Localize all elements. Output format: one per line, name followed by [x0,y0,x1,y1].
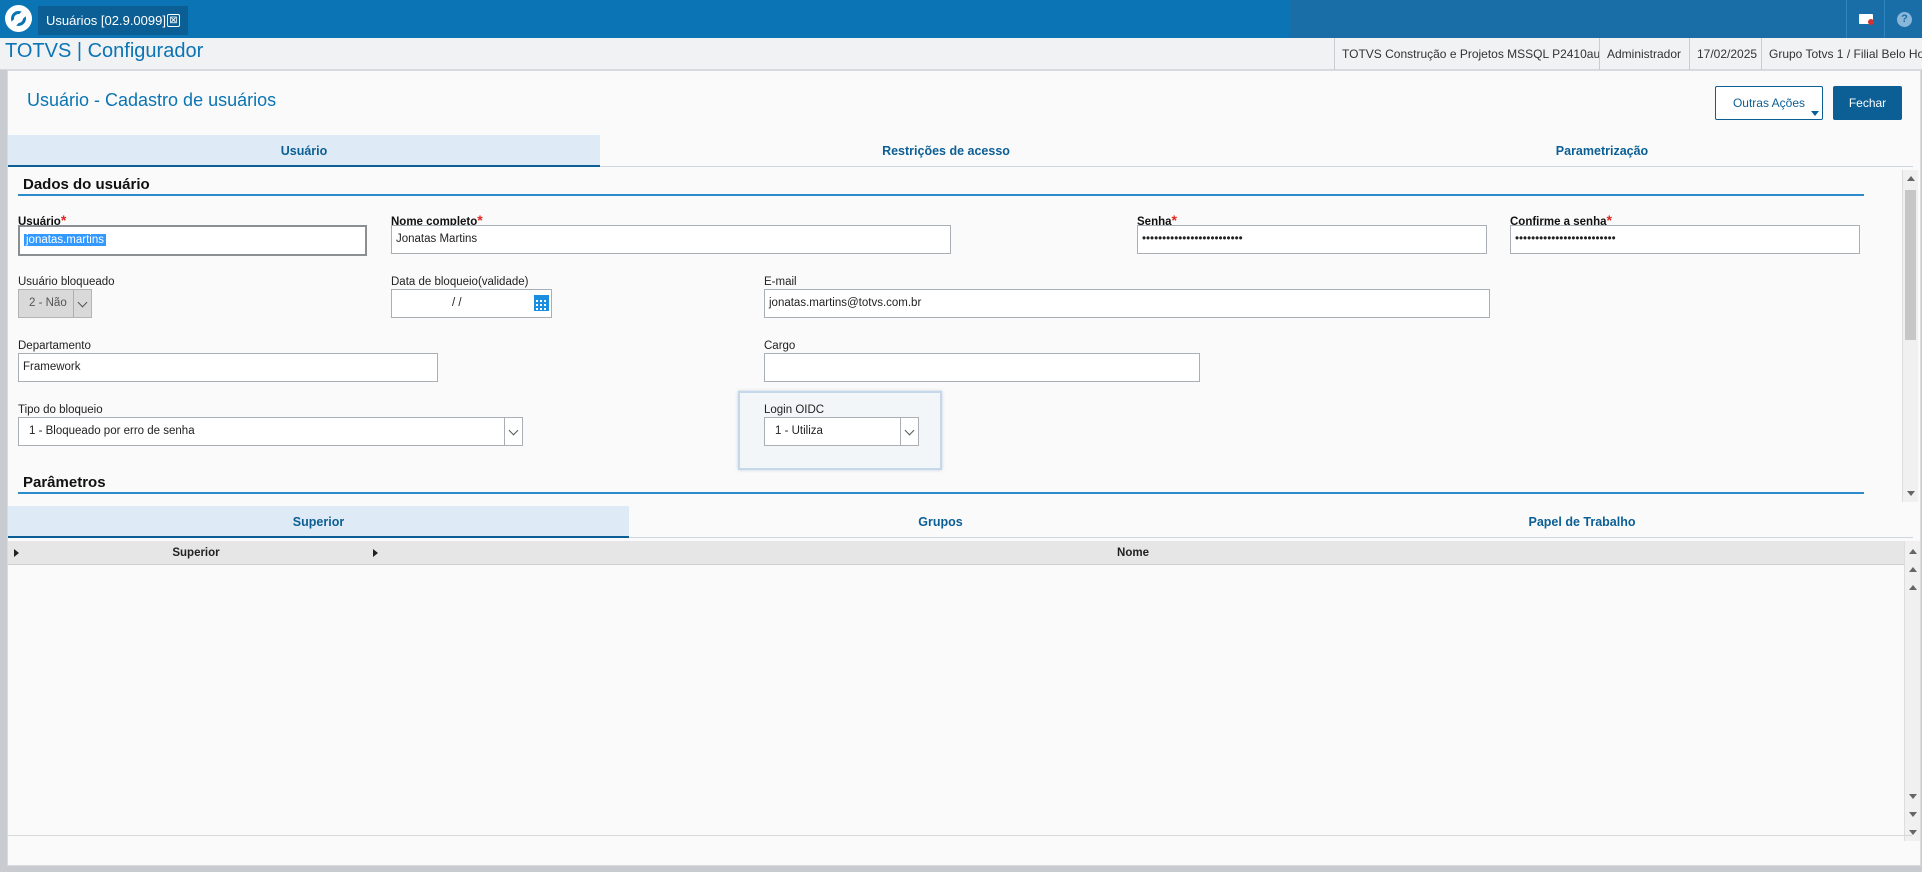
section-divider [18,194,1864,196]
section-dados-usuario: Dados do usuário [23,176,150,193]
scroll-thumb[interactable] [1905,190,1916,340]
data-bloqueio-label: Data de bloqueio(validade) [391,276,529,288]
outras-acoes-label: Outras Ações [1732,96,1806,110]
cargo-label: Cargo [764,340,796,352]
main-panel [7,70,1921,866]
app-logo-icon[interactable] [5,5,32,32]
login-oidc-select[interactable]: 1 - Utiliza [764,417,919,446]
email-input[interactable]: jonatas.martins@totvs.com.br [764,289,1490,318]
tab-papel-trabalho[interactable]: Papel de Trabalho [1252,506,1912,538]
scroll-bottom-icon[interactable] [1909,794,1917,799]
column-indicator-icon [373,549,378,557]
usuario-input[interactable]: jonatas.martins [18,225,367,256]
window-tab[interactable]: Usuários [02.9.0099] ⊠ [38,6,188,35]
tipo-bloqueio-value: 1 - Bloqueado por erro de senha [29,425,195,437]
window-tab-bar [0,0,1922,38]
close-icon[interactable]: ⊠ [167,14,180,27]
tipo-bloqueio-label: Tipo do bloqueio [18,404,103,416]
scroll-up-icon[interactable] [1907,176,1915,181]
email-label: E-mail [764,276,797,288]
environment-label: TOTVS Construção e Projetos MSSQL P2410a… [1334,38,1599,70]
row-indicator-icon [14,549,19,557]
mail-icon[interactable] [1846,0,1884,38]
user-label: Administrador [1599,38,1689,70]
scroll-page-down-icon[interactable] [1909,812,1917,817]
scroll-page-up-icon[interactable] [1909,567,1917,572]
senha-input[interactable]: ••••••••••••••••••••••••• [1137,225,1487,254]
column-superior[interactable]: Superior [28,541,364,565]
fechar-button[interactable]: Fechar [1833,86,1902,120]
confirme-senha-input[interactable]: ••••••••••••••••••••••••• [1510,225,1860,254]
section-parametros: Parâmetros [23,474,106,491]
main-tabs: Usuário Restrições de acesso Parametriza… [8,135,1913,167]
app-title: TOTVS | Configurador [5,40,204,62]
usuario-bloqueado-select: 2 - Não [18,289,92,318]
section-divider [18,492,1864,494]
usuario-bloqueado-label: Usuário bloqueado [18,276,115,288]
grid-scrollbar[interactable] [1904,541,1920,841]
date-label: 17/02/2025 [1689,38,1761,70]
scroll-up-icon[interactable] [1909,549,1917,554]
dropdown-caret-icon [1811,111,1819,116]
company-label: Grupo Totvs 1 / Filial Belo Hor [1761,38,1922,70]
tab-usuario[interactable]: Usuário [8,135,600,167]
chevron-down-icon[interactable] [504,418,522,445]
calendar-icon[interactable] [534,295,549,311]
tab-restricoes[interactable]: Restrições de acesso [600,135,1292,167]
login-oidc-value: 1 - Utiliza [775,425,823,437]
parametros-tabs: Superior Grupos Papel de Trabalho [8,506,1913,538]
tab-superior[interactable]: Superior [8,506,629,538]
scroll-top-icon[interactable] [1909,585,1917,590]
page-title: Usuário - Cadastro de usuários [27,90,277,110]
tab-grupos[interactable]: Grupos [629,506,1252,538]
chevron-down-icon[interactable] [900,418,918,445]
help-icon[interactable]: ? [1884,0,1922,38]
cargo-input[interactable] [764,353,1200,382]
chevron-down-icon [73,290,91,317]
usuario-bloqueado-value: 2 - Não [29,297,67,309]
tab-parametrizacao[interactable]: Parametrização [1292,135,1912,167]
data-bloqueio-value: / / [452,297,462,309]
departamento-label: Departamento [18,340,91,352]
form-scrollbar[interactable] [1902,170,1918,502]
grid-header: Superior Nome [8,541,1904,565]
window-tab-title: Usuários [02.9.0099] [46,13,166,28]
nome-completo-input[interactable]: Jonatas Martins [391,225,951,254]
outras-acoes-button[interactable]: Outras Ações [1715,86,1823,120]
bottom-divider [8,835,1912,836]
login-oidc-label: Login OIDC [764,404,825,416]
data-bloqueio-input[interactable]: / / [391,289,552,318]
departamento-input[interactable]: Framework [18,353,438,382]
column-nome[interactable]: Nome [388,541,1878,565]
scroll-down-icon[interactable] [1907,491,1915,496]
tipo-bloqueio-select[interactable]: 1 - Bloqueado por erro de senha [18,417,523,446]
